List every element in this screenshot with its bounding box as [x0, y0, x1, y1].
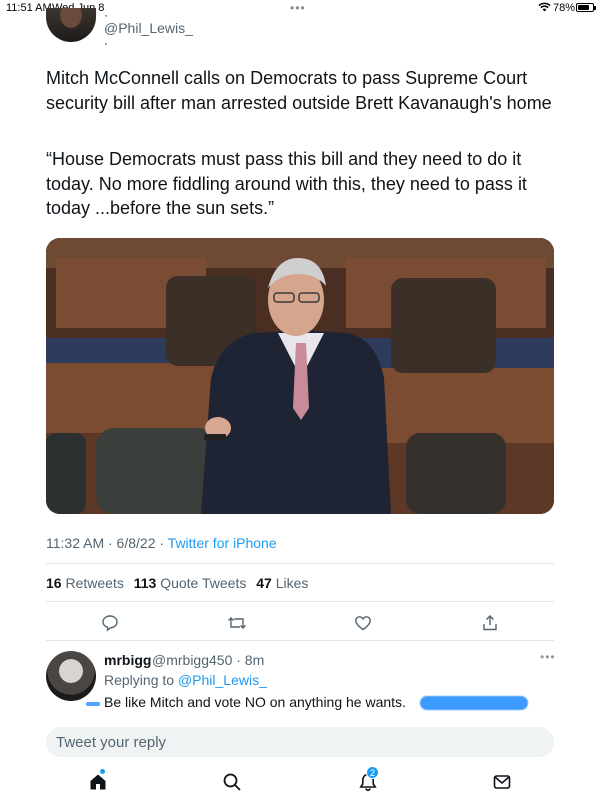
tweet-text-quote: “House Democrats must pass this bill and… — [46, 149, 527, 218]
home-new-dot — [100, 769, 105, 774]
more-options-icon[interactable]: ••• — [540, 650, 556, 664]
multitasking-dots-icon[interactable]: ••• — [290, 1, 306, 15]
tweet-timestamp: 11:32 AM · 6/8/22 · Twitter for iPhone — [46, 535, 277, 551]
quotes-label: Quote Tweets — [160, 575, 247, 591]
divider — [46, 640, 554, 641]
reply-avatar[interactable] — [46, 651, 96, 701]
tweet-media-image[interactable] — [46, 238, 554, 514]
reply-icon[interactable] — [99, 612, 121, 634]
tweet-stats: 16 Retweets 113 Quote Tweets 47 Likes — [46, 575, 308, 591]
messages-icon[interactable] — [490, 770, 514, 794]
wifi-icon — [538, 2, 551, 15]
reply-compose-bar[interactable] — [46, 727, 554, 757]
reply-tweet[interactable]: mrbigg @mrbigg450 · 8m ••• Replying to @… — [0, 648, 600, 718]
reply-author-name[interactable]: mrbigg — [104, 652, 151, 668]
retweets-count: 16 — [46, 575, 62, 591]
likes-stat[interactable]: 47 Likes — [256, 575, 308, 591]
divider — [46, 563, 554, 564]
author-avatar[interactable] — [46, 8, 96, 42]
notification-badge: 2 — [366, 766, 379, 779]
replying-to: Replying to @Phil_Lewis_ — [104, 672, 267, 688]
quotes-count: 113 — [133, 575, 157, 591]
battery-icon — [576, 3, 596, 12]
retweets-label: Retweets — [65, 575, 124, 591]
tweet-text-headline: Mitch McConnell calls on Democrats to pa… — [46, 68, 552, 113]
quotes-stat[interactable]: 113 Quote Tweets — [134, 575, 247, 591]
tweet-source-link[interactable]: Twitter for iPhone — [168, 535, 277, 551]
bottom-tab-bar: 2 — [0, 764, 600, 800]
redaction-scribble — [420, 696, 528, 710]
divider — [46, 601, 554, 602]
share-icon[interactable] — [479, 612, 501, 634]
status-time: 11:51 AM — [6, 2, 52, 14]
retweet-icon[interactable] — [226, 612, 248, 634]
retweets-stat[interactable]: 16 Retweets — [46, 575, 124, 591]
senate-floor-photo — [46, 238, 554, 514]
replying-to-label: Replying to — [104, 672, 178, 688]
redaction-scribble — [86, 702, 100, 706]
notifications-icon[interactable]: 2 — [356, 766, 380, 794]
likes-label: Likes — [275, 575, 309, 591]
author-handle[interactable]: @Phil_Lewis_ — [104, 20, 193, 36]
replying-to-mention[interactable]: @Phil_Lewis_ — [178, 672, 267, 688]
reply-handle-time: @mrbigg450 · 8m — [152, 652, 265, 668]
likes-count: 47 — [256, 575, 272, 591]
reply-input[interactable] — [56, 727, 536, 757]
like-icon[interactable] — [352, 612, 374, 634]
home-icon[interactable] — [86, 769, 110, 794]
search-icon[interactable] — [220, 770, 244, 794]
tweet-time-date: 11:32 AM · 6/8/22 · — [46, 535, 168, 551]
battery-percent: 78% — [553, 2, 576, 14]
tweet-actions — [46, 610, 554, 636]
reply-text: Be like Mitch and vote NO on anything he… — [104, 694, 406, 710]
